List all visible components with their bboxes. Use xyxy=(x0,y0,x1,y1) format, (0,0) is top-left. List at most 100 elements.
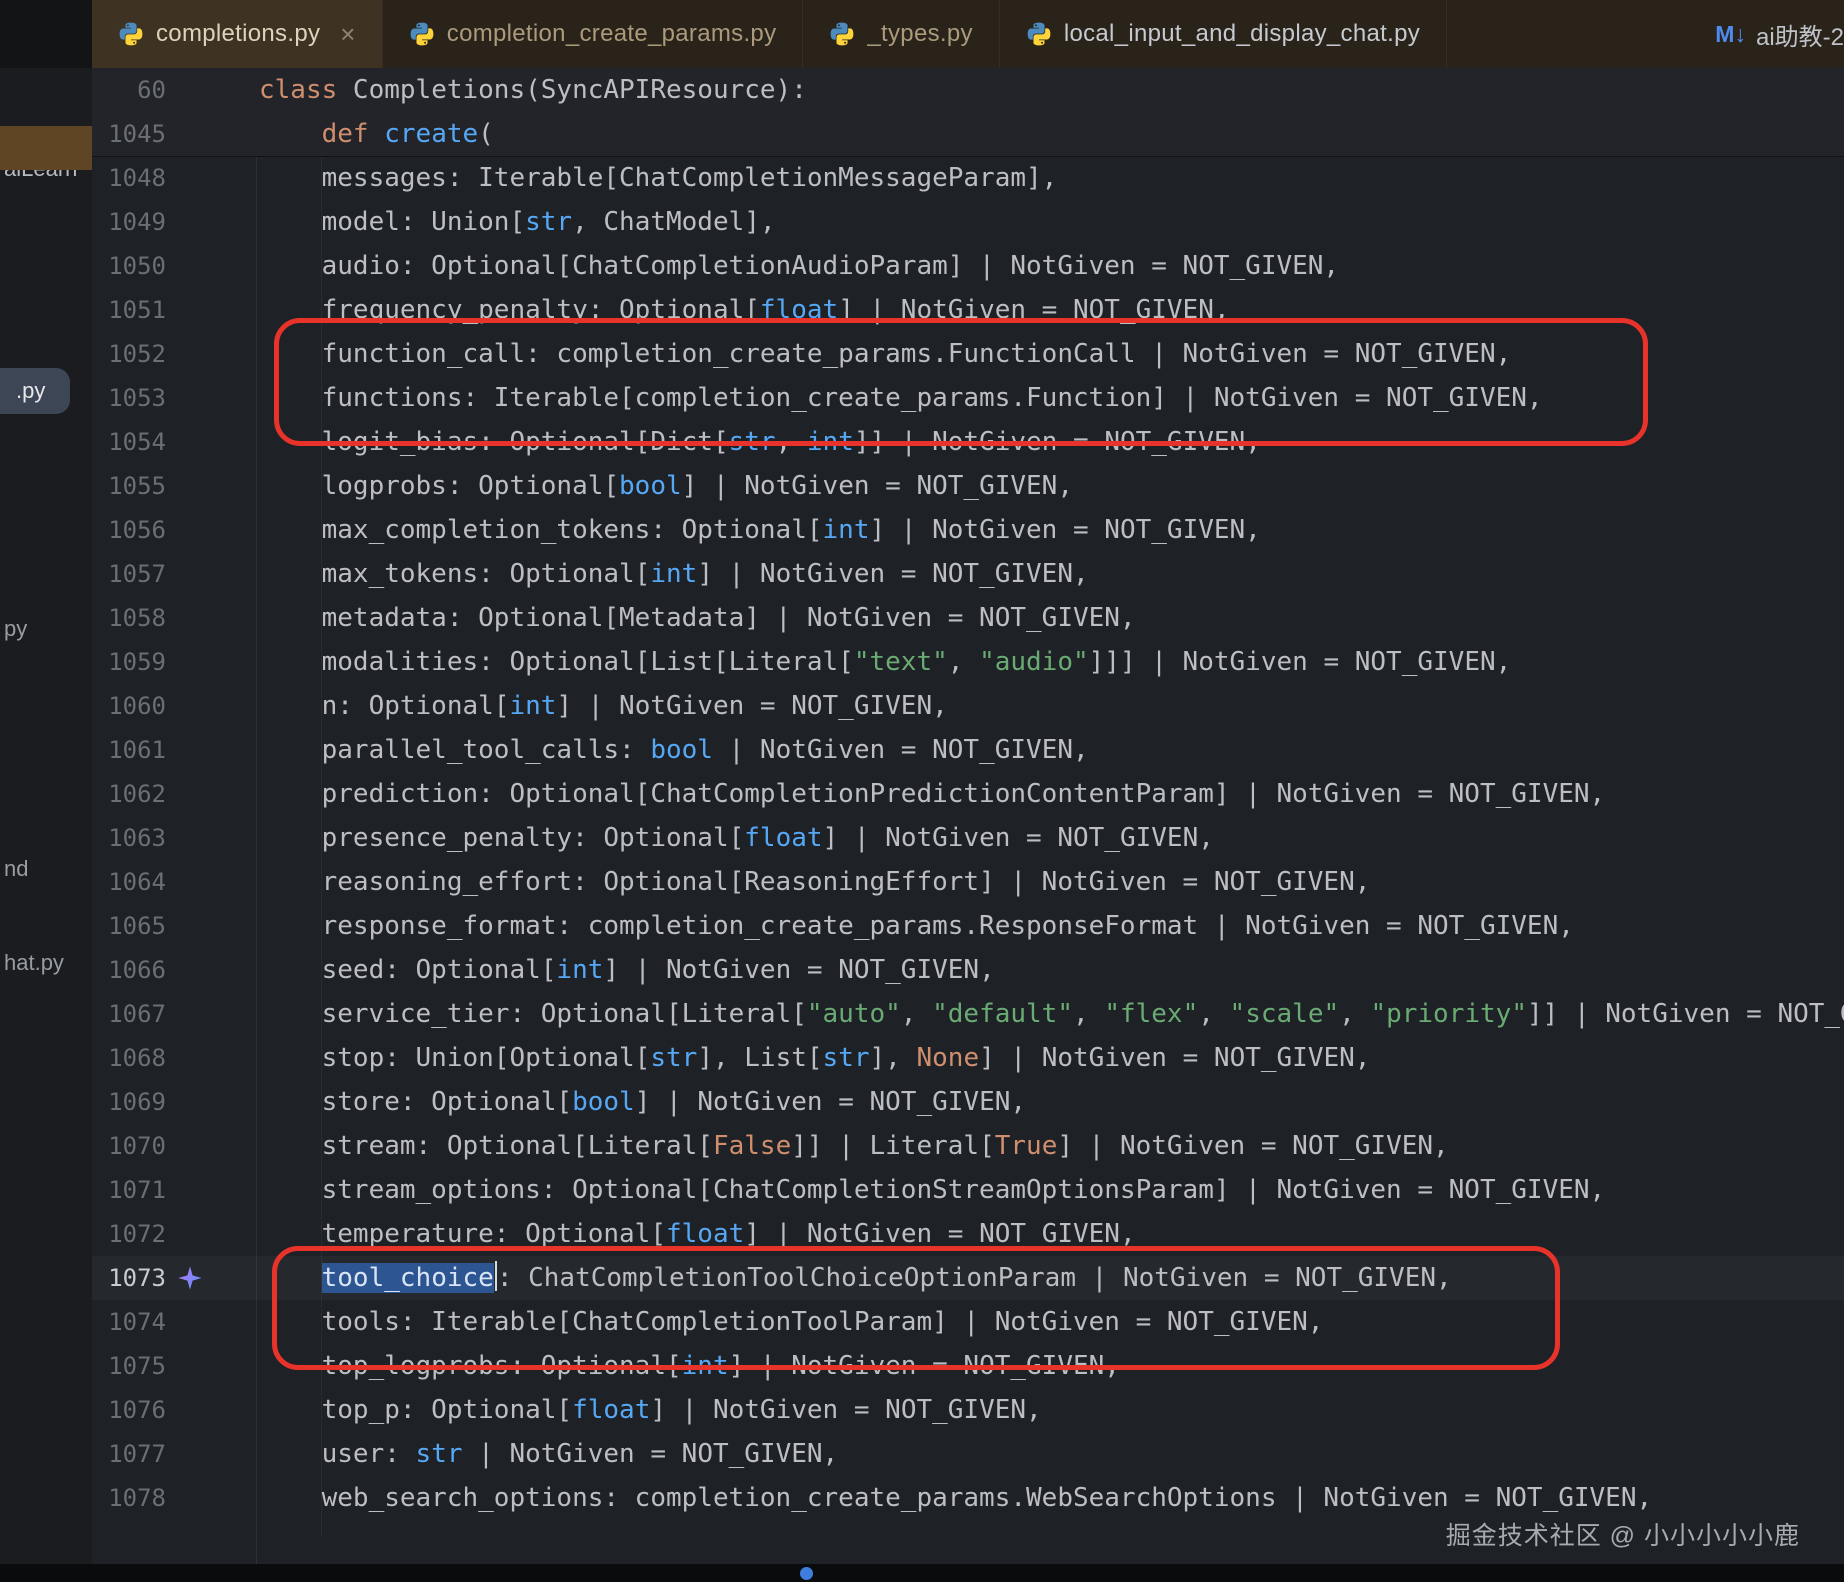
code-token: "default" xyxy=(932,999,1073,1029)
line-number[interactable]: 1077 xyxy=(92,1432,166,1476)
line-number[interactable]: 1065 xyxy=(92,904,166,948)
code-line-1073[interactable]: 1073 tool_choice: ChatCompletionToolChoi… xyxy=(92,1256,1844,1300)
code-token: frequency_penalty: Optional[ xyxy=(259,295,760,325)
code-text: web_search_options: completion_create_pa… xyxy=(259,1476,1653,1520)
code-line-1076[interactable]: 1076 top_p: Optional[float] | NotGiven =… xyxy=(92,1388,1844,1432)
line-number[interactable]: 1059 xyxy=(92,640,166,684)
line-number[interactable]: 1060 xyxy=(92,684,166,728)
code-line-1069[interactable]: 1069 store: Optional[bool] | NotGiven = … xyxy=(92,1080,1844,1124)
line-number[interactable]: 1048 xyxy=(92,156,166,200)
tab-completions-py[interactable]: completions.py × xyxy=(92,0,383,68)
sidebar-selected-row[interactable] xyxy=(0,126,92,170)
sidebar-item-py[interactable]: py xyxy=(4,616,27,642)
python-file-icon xyxy=(1026,21,1052,47)
code-line-1048[interactable]: 1048 messages: Iterable[ChatCompletionMe… xyxy=(92,156,1844,200)
line-number[interactable]: 1057 xyxy=(92,552,166,596)
code-line-1052[interactable]: 1052 function_call: completion_create_pa… xyxy=(92,332,1844,376)
ai-assistant-icon[interactable] xyxy=(166,1256,259,1300)
code-line-1064[interactable]: 1064 reasoning_effort: Optional[Reasonin… xyxy=(92,860,1844,904)
code-line-1057[interactable]: 1057 max_tokens: Optional[int] | NotGive… xyxy=(92,552,1844,596)
line-number[interactable]: 1063 xyxy=(92,816,166,860)
gutter-slot xyxy=(166,1388,259,1432)
code-token: float xyxy=(744,823,823,853)
code-token: int xyxy=(822,515,870,545)
sidebar-item-py-selected[interactable]: .py xyxy=(0,368,70,414)
gutter-slot xyxy=(166,376,259,420)
line-number[interactable]: 1074 xyxy=(92,1300,166,1344)
tab-completion-create-params-py[interactable]: completion_create_params.py xyxy=(383,0,804,68)
line-number[interactable]: 1067 xyxy=(92,992,166,1036)
code-line-1074[interactable]: 1074 tools: Iterable[ChatCompletionToolP… xyxy=(92,1300,1844,1344)
code-line-1075[interactable]: 1075 top_logprobs: Optional[int] | NotGi… xyxy=(92,1344,1844,1388)
code-line-1056[interactable]: 1056 max_completion_tokens: Optional[int… xyxy=(92,508,1844,552)
line-number[interactable]: 1075 xyxy=(92,1344,166,1388)
tab-types-py[interactable]: _types.py xyxy=(803,0,1000,68)
code-line-1050[interactable]: 1050 audio: Optional[ChatCompletionAudio… xyxy=(92,244,1844,288)
code-line-1051[interactable]: 1051 frequency_penalty: Optional[float] … xyxy=(92,288,1844,332)
code-token: str xyxy=(525,207,573,237)
code-token: logit_bias: Optional[Dict[ xyxy=(259,427,729,457)
code-line-60[interactable]: 60 class Completions(SyncAPIResource): xyxy=(92,68,1844,112)
line-number[interactable]: 1072 xyxy=(92,1212,166,1256)
code-token: , xyxy=(775,427,807,457)
code-line-1067[interactable]: 1067 service_tier: Optional[Literal["aut… xyxy=(92,992,1844,1036)
tab-label: _types.py xyxy=(867,20,973,47)
gutter-slot xyxy=(166,200,259,244)
code-text: presence_penalty: Optional[float] | NotG… xyxy=(259,816,1214,860)
sidebar-item-nd[interactable]: nd xyxy=(4,856,28,882)
code-line-1062[interactable]: 1062 prediction: Optional[ChatCompletion… xyxy=(92,772,1844,816)
code-line-1068[interactable]: 1068 stop: Union[Optional[str], List[str… xyxy=(92,1036,1844,1080)
line-number[interactable]: 1053 xyxy=(92,376,166,420)
line-number[interactable]: 1050 xyxy=(92,244,166,288)
code-line-1055[interactable]: 1055 logprobs: Optional[bool] | NotGiven… xyxy=(92,464,1844,508)
code-line-1053[interactable]: 1053 functions: Iterable[completion_crea… xyxy=(92,376,1844,420)
line-number[interactable]: 1058 xyxy=(92,596,166,640)
tab-ai-assistant-markdown[interactable]: M↓ ai助教-2 xyxy=(1697,0,1844,68)
line-number[interactable]: 1068 xyxy=(92,1036,166,1080)
code-line-1066[interactable]: 1066 seed: Optional[int] | NotGiven = NO… xyxy=(92,948,1844,992)
code-line-1063[interactable]: 1063 presence_penalty: Optional[float] |… xyxy=(92,816,1844,860)
line-number[interactable]: 1052 xyxy=(92,332,166,376)
line-number[interactable]: 1051 xyxy=(92,288,166,332)
line-number[interactable]: 1071 xyxy=(92,1168,166,1212)
code-line-1070[interactable]: 1070 stream: Optional[Literal[False]] | … xyxy=(92,1124,1844,1168)
line-number[interactable]: 1078 xyxy=(92,1476,166,1520)
code-line-1058[interactable]: 1058 metadata: Optional[Metadata] | NotG… xyxy=(92,596,1844,640)
code-line-1049[interactable]: 1049 model: Union[str, ChatModel], xyxy=(92,200,1844,244)
code-line-1054[interactable]: 1054 logit_bias: Optional[Dict[str, int]… xyxy=(92,420,1844,464)
code-line-1059[interactable]: 1059 modalities: Optional[List[Literal["… xyxy=(92,640,1844,684)
code-editor[interactable]: 60 class Completions(SyncAPIResource): 104… xyxy=(92,68,1844,1582)
code-line-1061[interactable]: 1061 parallel_tool_calls: bool | NotGive… xyxy=(92,728,1844,772)
line-number[interactable]: 1069 xyxy=(92,1080,166,1124)
code-line-1077[interactable]: 1077 user: str | NotGiven = NOT_GIVEN, xyxy=(92,1432,1844,1476)
line-number[interactable]: 60 xyxy=(92,68,166,112)
line-number[interactable]: 1049 xyxy=(92,200,166,244)
code-line-1078[interactable]: 1078 web_search_options: completion_crea… xyxy=(92,1476,1844,1520)
line-number[interactable]: 1064 xyxy=(92,860,166,904)
code-line-1060[interactable]: 1060 n: Optional[int] | NotGiven = NOT_G… xyxy=(92,684,1844,728)
line-number[interactable]: 1070 xyxy=(92,1124,166,1168)
code-text: def create( xyxy=(259,112,494,156)
sidebar-item-hat-py[interactable]: hat.py xyxy=(4,950,64,976)
line-number[interactable]: 1073 xyxy=(92,1256,166,1300)
close-tab-icon[interactable]: × xyxy=(340,19,355,50)
line-number[interactable]: 1056 xyxy=(92,508,166,552)
line-number[interactable]: 1054 xyxy=(92,420,166,464)
code-token: "flex" xyxy=(1104,999,1199,1029)
line-number[interactable]: 1045 xyxy=(92,112,166,156)
code-line-1072[interactable]: 1072 temperature: Optional[float] | NotG… xyxy=(92,1212,1844,1256)
line-number[interactable]: 1076 xyxy=(92,1388,166,1432)
selected-text: tool_choice xyxy=(321,1263,494,1293)
code-token: ], xyxy=(869,1043,917,1073)
code-line-1071[interactable]: 1071 stream_options: Optional[ChatComple… xyxy=(92,1168,1844,1212)
notification-icon xyxy=(800,1567,813,1580)
line-number[interactable]: 1066 xyxy=(92,948,166,992)
code-line-1045[interactable]: 1045 def create( xyxy=(92,112,1844,156)
code-line-1065[interactable]: 1065 response_format: completion_create_… xyxy=(92,904,1844,948)
line-number[interactable]: 1061 xyxy=(92,728,166,772)
line-number[interactable]: 1062 xyxy=(92,772,166,816)
line-number[interactable]: 1055 xyxy=(92,464,166,508)
code-token: : ChatCompletionToolChoiceOptionParam | … xyxy=(496,1263,1452,1293)
tab-local-input-and-display-chat-py[interactable]: local_input_and_display_chat.py xyxy=(1000,0,1448,68)
